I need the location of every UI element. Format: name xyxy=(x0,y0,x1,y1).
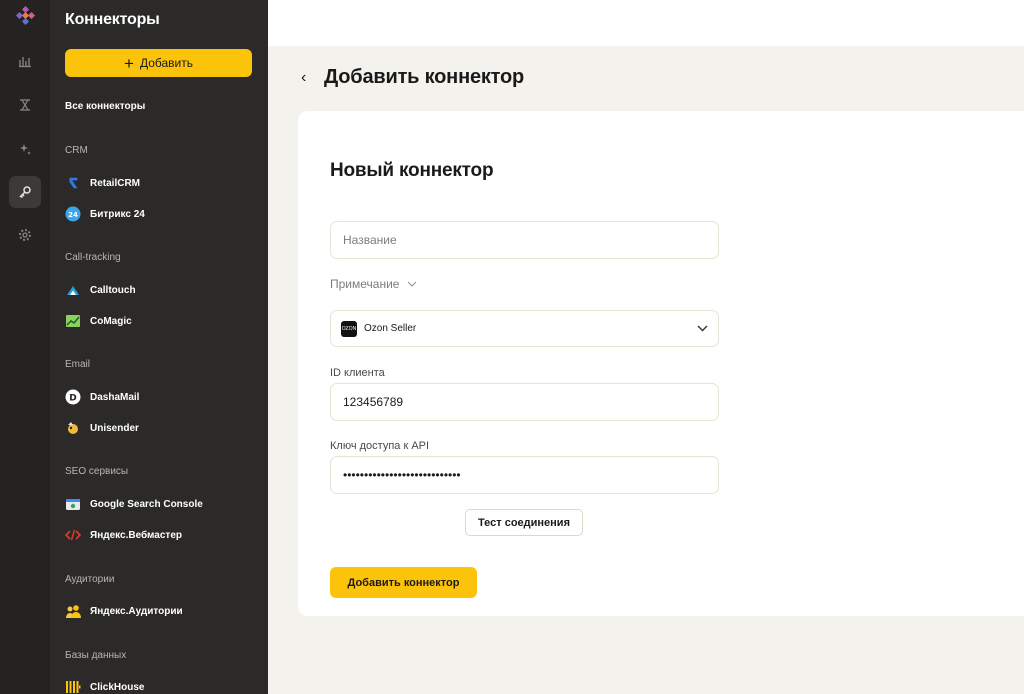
connector-form-card: Новый коннектор Примечание OZON Ozon Sel… xyxy=(298,111,1024,616)
name-input[interactable] xyxy=(331,222,718,258)
yandex-webmaster-icon xyxy=(65,527,81,543)
unisender-icon xyxy=(65,420,81,436)
sidebar: Коннекторы + Добавить Все коннекторы CRM… xyxy=(50,0,268,694)
sparkle-icon xyxy=(20,144,31,155)
plus-icon: + xyxy=(124,53,134,73)
sidebar-item-label: Calltouch xyxy=(90,284,136,296)
svg-text:D: D xyxy=(69,394,76,404)
bitrix24-icon: 24 xyxy=(65,206,81,222)
section-email: Email xyxy=(65,359,91,370)
sidebar-item-bitrix24[interactable]: 24 Битрикс 24 xyxy=(65,204,145,224)
client-id-input[interactable] xyxy=(331,384,718,420)
sidebar-item-comagic[interactable]: CoMagic xyxy=(65,311,132,331)
chevron-down-icon xyxy=(697,325,708,332)
add-connector-submit-button[interactable]: Добавить коннектор xyxy=(330,567,477,598)
sidebar-item-label: RetailCRM xyxy=(90,177,141,189)
retailcrm-icon xyxy=(65,175,81,191)
sidebar-item-google-search-console[interactable]: Google Search Console xyxy=(65,494,203,514)
rail-dashboard-button[interactable] xyxy=(9,45,41,77)
key-icon xyxy=(19,186,31,199)
api-key-label: Ключ доступа к API xyxy=(330,440,430,452)
sidebar-title: Коннекторы xyxy=(65,11,160,28)
name-field-wrapper xyxy=(330,221,719,259)
logo-icon[interactable] xyxy=(13,6,37,30)
chart-icon xyxy=(19,57,31,68)
calltouch-icon xyxy=(65,282,81,298)
sidebar-item-label: CoMagic xyxy=(90,315,132,327)
sidebar-item-label: Битрикс 24 xyxy=(90,208,145,220)
section-seo: SEO сервисы xyxy=(65,466,129,477)
rail-connectors-button[interactable] xyxy=(9,176,41,208)
clickhouse-icon xyxy=(65,679,81,694)
note-label: Примечание xyxy=(330,277,400,291)
section-call-tracking: Call-tracking xyxy=(65,252,121,263)
rail-transform-button[interactable] xyxy=(9,89,41,121)
icon-rail xyxy=(0,0,50,694)
api-key-field-wrapper xyxy=(330,456,719,494)
sidebar-item-label: ClickHouse xyxy=(90,681,145,693)
sidebar-item-dashamail[interactable]: D DashaMail xyxy=(65,387,139,407)
all-connectors-link[interactable]: Все коннекторы xyxy=(65,101,145,112)
top-bar xyxy=(268,0,1024,46)
sidebar-item-yandex-webmaster[interactable]: Яндекс.Вебмастер xyxy=(65,525,182,545)
sidebar-item-label: DashaMail xyxy=(90,391,140,403)
section-crm: CRM xyxy=(65,145,88,156)
sidebar-item-unisender[interactable]: Unisender xyxy=(65,418,139,438)
connector-type-value: Ozon Seller xyxy=(364,323,417,334)
ozon-logo-icon: OZON xyxy=(341,320,357,337)
rail-ai-button[interactable] xyxy=(9,133,41,165)
sidebar-item-yandex-audience[interactable]: Яндекс.Аудитории xyxy=(65,601,183,621)
page-title: Добавить коннектор xyxy=(324,66,525,88)
chevron-down-icon xyxy=(408,281,417,287)
svg-text:24: 24 xyxy=(68,211,78,219)
sidebar-item-label: Яндекс.Вебмастер xyxy=(90,529,183,541)
client-id-label: ID клиента xyxy=(330,367,385,379)
api-key-input[interactable] xyxy=(331,457,718,493)
transform-icon xyxy=(20,99,30,111)
sidebar-item-clickhouse[interactable]: ClickHouse xyxy=(65,677,144,694)
comagic-icon xyxy=(65,313,81,329)
add-button-label: Добавить xyxy=(139,56,193,70)
yandex-audience-icon xyxy=(65,603,81,619)
settings-icon xyxy=(19,229,31,241)
connector-type-select[interactable]: OZON Ozon Seller xyxy=(330,310,719,347)
rail-settings-button[interactable] xyxy=(9,219,41,251)
sidebar-item-label: Unisender xyxy=(90,422,139,434)
add-connector-button[interactable]: + Добавить xyxy=(65,49,252,77)
note-toggle[interactable]: Примечание xyxy=(330,277,417,291)
sidebar-item-retailcrm[interactable]: RetailCRM xyxy=(65,173,140,193)
chevron-left-icon[interactable]: ‹ xyxy=(301,69,306,87)
section-audiences: Аудитории xyxy=(65,574,115,585)
sidebar-item-label: Яндекс.Аудитории xyxy=(90,605,183,617)
section-databases: Базы данных xyxy=(65,650,127,661)
form-title: Новый коннектор xyxy=(330,160,494,181)
google-search-console-icon xyxy=(65,496,81,512)
sidebar-item-calltouch[interactable]: Calltouch xyxy=(65,280,136,300)
test-connection-button[interactable]: Тест соединения xyxy=(465,509,583,536)
client-id-field-wrapper xyxy=(330,383,719,421)
dashamail-icon: D xyxy=(65,389,81,405)
sidebar-item-label: Google Search Console xyxy=(90,498,203,510)
